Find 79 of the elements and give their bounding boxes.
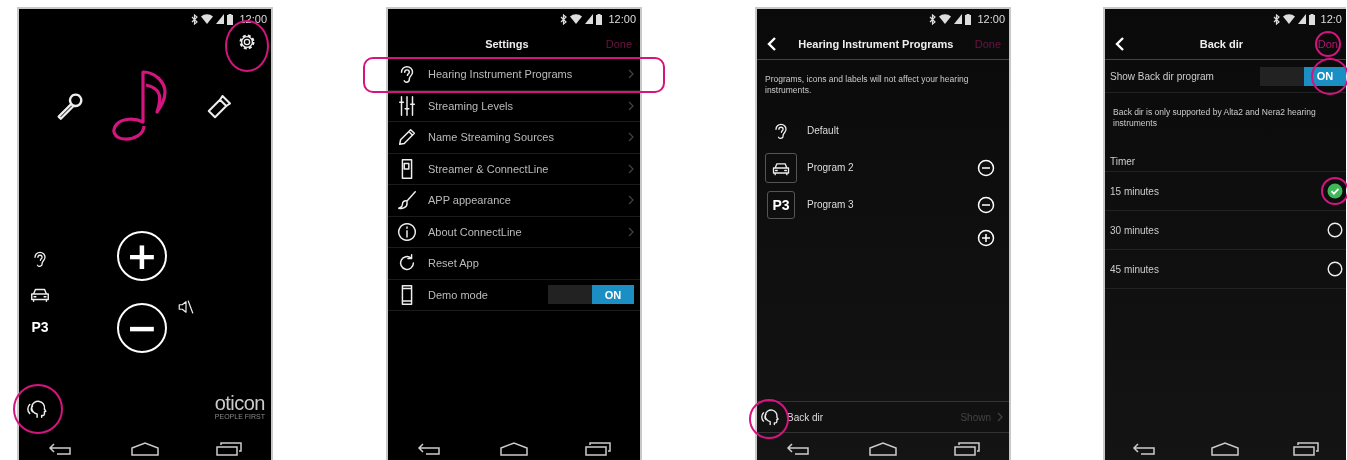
- settings-item[interactable]: APP appearance: [388, 185, 640, 217]
- program-name: Program 3: [807, 199, 855, 210]
- signal-icon: [585, 14, 594, 24]
- settings-item[interactable]: Reset App: [388, 248, 640, 280]
- settings-item[interactable]: Name Streaming Sources: [388, 122, 640, 154]
- chevron-icon: [628, 163, 634, 174]
- recents-icon[interactable]: [216, 442, 243, 456]
- add-icon[interactable]: [977, 229, 995, 247]
- bluetooth-icon: [929, 13, 937, 25]
- signal-icon: [954, 14, 963, 24]
- settings-item[interactable]: Streaming Levels: [388, 90, 640, 122]
- checked-radio-icon[interactable]: [1327, 183, 1343, 199]
- chevron-icon: [997, 412, 1003, 422]
- program-name: Default: [807, 125, 840, 136]
- home-icon[interactable]: [500, 442, 528, 456]
- brand-logo: oticon: [214, 393, 265, 413]
- info-icon: [396, 220, 418, 243]
- info-note: Back dir is only supported by Alta2 and Nera2 hearing instruments: [1113, 107, 1317, 129]
- recents-icon[interactable]: [954, 442, 981, 456]
- wifi-icon: [1282, 14, 1295, 24]
- bluetooth-icon: [560, 13, 568, 25]
- chevron-icon: [628, 69, 634, 80]
- screen-title: Hearing Instrument Programs: [797, 38, 955, 50]
- volume-down-button[interactable]: −: [117, 303, 167, 353]
- back-chevron-icon[interactable]: [1115, 37, 1125, 51]
- back-icon[interactable]: [785, 442, 812, 456]
- back-icon[interactable]: [416, 442, 443, 456]
- radio-icon[interactable]: [1327, 222, 1343, 238]
- head-sound-icon: [761, 407, 781, 427]
- status-time: 12:00: [977, 13, 1005, 25]
- mute-icon: [177, 298, 195, 316]
- status-time: 12:0: [1320, 13, 1342, 25]
- chevron-icon: [628, 195, 634, 206]
- chevron-icon: [628, 226, 634, 237]
- chevron-icon: [628, 100, 634, 111]
- recents-icon[interactable]: [1293, 442, 1320, 456]
- signal-icon: [216, 14, 225, 24]
- program-name: Program 2: [807, 162, 855, 173]
- timer-option[interactable]: 30 minutes: [1105, 211, 1346, 250]
- sliders-icon: [396, 94, 418, 117]
- remove-icon[interactable]: [977, 195, 995, 214]
- section-header: Timer: [1110, 155, 1136, 167]
- info-note: Programs, icons and labels will not affect your hearing instruments.: [765, 74, 970, 96]
- remove-icon[interactable]: [977, 158, 995, 177]
- wifi-icon: [201, 14, 214, 24]
- setting-label: Show Back dir program: [1110, 70, 1214, 82]
- signal-icon: [1297, 14, 1306, 24]
- program-badge[interactable]: P3: [31, 319, 49, 335]
- brush-icon: [396, 189, 418, 212]
- timer-option[interactable]: 15 minutes: [1105, 172, 1346, 211]
- settings-item[interactable]: Demo mode ON: [388, 279, 640, 311]
- battery-icon: [596, 13, 603, 25]
- screen-title: Settings: [484, 38, 530, 50]
- battery-icon: [965, 13, 972, 25]
- volume-up-button[interactable]: +: [117, 231, 167, 281]
- wifi-icon: [939, 14, 952, 24]
- back-icon[interactable]: [47, 442, 74, 456]
- battery-icon: [227, 13, 234, 25]
- recents-icon[interactable]: [585, 442, 612, 456]
- bluetooth-icon: [191, 13, 199, 25]
- screen-title: Back dir: [1198, 38, 1245, 50]
- back-chevron-icon[interactable]: [767, 37, 777, 51]
- battery-icon: [1308, 13, 1315, 25]
- chevron-icon: [628, 132, 634, 143]
- head-sound-icon: [27, 398, 49, 420]
- status-time: 12:00: [608, 13, 636, 25]
- settings-item[interactable]: About ConnectLine: [388, 216, 640, 248]
- home-icon[interactable]: [869, 442, 897, 456]
- radio-icon[interactable]: [1327, 261, 1343, 277]
- settings-item[interactable]: Streamer & ConnectLine: [388, 153, 640, 185]
- settings-item[interactable]: Hearing Instrument Programs: [388, 59, 640, 91]
- back-icon[interactable]: [1131, 442, 1158, 456]
- home-icon[interactable]: [131, 442, 159, 456]
- settings-icon[interactable]: [237, 32, 257, 52]
- bluetooth-icon: [1272, 13, 1280, 25]
- wifi-icon: [570, 14, 583, 24]
- timer-option[interactable]: 45 minutes: [1105, 250, 1346, 289]
- home-icon[interactable]: [1211, 442, 1240, 456]
- program-badge: P3: [767, 190, 795, 219]
